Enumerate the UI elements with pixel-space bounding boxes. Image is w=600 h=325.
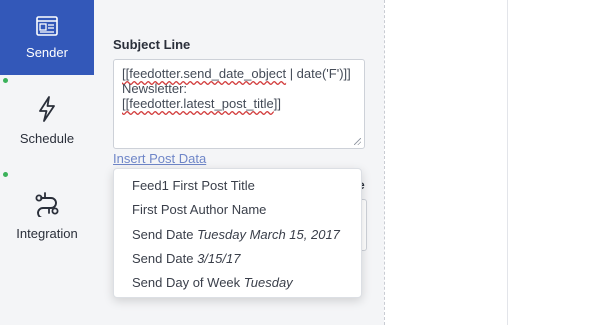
status-dot [3, 78, 8, 83]
menu-item-label: Send Date [132, 226, 194, 242]
sidebar-item-label: Schedule [19, 131, 75, 146]
insert-post-data-link[interactable]: Insert Post Data [113, 151, 206, 166]
sidebar-item-label: Integration [16, 226, 78, 241]
menu-item-send-day[interactable]: Send Day of Week Tuesday [114, 271, 361, 295]
subject-text: ]] [273, 96, 282, 111]
menu-item-label: Feed1 First Post Title [132, 178, 255, 193]
status-dot [3, 172, 8, 177]
newsletter-icon [36, 15, 58, 39]
menu-item-author-name[interactable]: First Post Author Name [114, 198, 361, 222]
menu-item-example: Tuesday March 15, 2017 [197, 226, 340, 242]
menu-item-send-date-short[interactable]: Send Date 3/15/17 [114, 247, 361, 271]
menu-item-example: 3/15/17 [197, 250, 241, 266]
menu-item-label: Send Date [132, 250, 194, 266]
subject-line-input[interactable]: [[feedotter.send_date_object | date('F')… [113, 59, 365, 149]
sidebar-item-schedule[interactable]: Schedule [0, 96, 94, 146]
sidebar-item-sender[interactable]: Sender [0, 0, 94, 75]
preview-area [385, 0, 507, 325]
resize-handle[interactable] [354, 138, 361, 145]
lightning-icon [37, 96, 57, 125]
menu-item-send-date-long[interactable]: Send Date Tuesday March 15, 2017 [114, 223, 361, 247]
subject-line-label: Subject Line [113, 37, 191, 52]
template-token: [[feedotter.latest_post_title [122, 96, 274, 111]
menu-item-label: Send Day of Week [132, 275, 241, 291]
menu-item-example: Tuesday [243, 275, 293, 291]
divider [507, 0, 508, 325]
post-data-dropdown: Feed1 First Post Title First Post Author… [113, 168, 362, 298]
integration-icon [35, 191, 59, 220]
sidebar: Sender Schedule Integration [0, 0, 94, 325]
template-token: [[feedotter.send_date_object [122, 66, 287, 81]
sidebar-item-integration[interactable]: Integration [0, 191, 94, 241]
menu-item-label: First Post Author Name [132, 202, 267, 218]
sidebar-item-label: Sender [26, 44, 68, 60]
menu-item-feed-title[interactable]: Feed1 First Post Title [114, 174, 361, 198]
